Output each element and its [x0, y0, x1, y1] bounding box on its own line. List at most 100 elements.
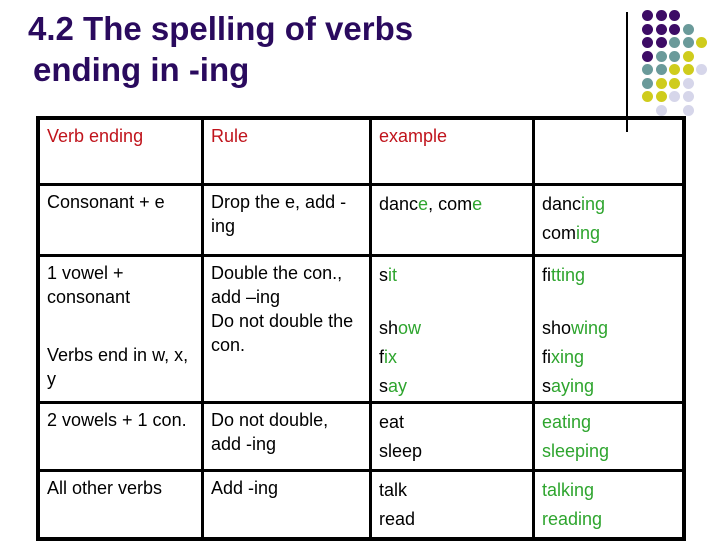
decorative-dot — [669, 10, 680, 21]
decorative-dot — [655, 10, 667, 21]
plain-letters: s — [379, 376, 388, 396]
cell-results: eating sleeping — [532, 401, 686, 472]
decorative-dot — [682, 77, 694, 89]
decorative-dot — [655, 23, 667, 35]
plain-letters: fi — [542, 265, 551, 285]
decorative-vertical-line — [626, 12, 628, 132]
cell-rule: Do not double, add -ing — [201, 401, 372, 472]
decorative-dot — [642, 64, 653, 75]
table-row: 1 vowel + consonant Verbs end in w, x, y… — [36, 254, 686, 404]
ing-form-word: sleeping — [542, 437, 676, 466]
example-word: show — [379, 314, 526, 343]
spelling-rules-table: Verb ending Rule example Consonant + e D… — [36, 116, 686, 541]
cell-ending: All other verbs — [36, 469, 204, 541]
decorative-dot — [655, 37, 667, 48]
header-result — [532, 116, 686, 186]
plain-letters: eat — [379, 412, 405, 432]
decorative-dot — [682, 104, 694, 116]
decorative-dot — [642, 10, 653, 21]
cell-rule: Add -ing — [201, 469, 372, 541]
highlighted-letters: aying — [551, 376, 595, 396]
highlighted-letters: tting — [551, 265, 586, 285]
highlighted-letters: e — [418, 194, 429, 214]
highlighted-letters: talking — [542, 480, 595, 500]
example-word: sit — [379, 261, 526, 290]
header-example: example — [369, 116, 535, 186]
decorative-dot — [642, 37, 653, 48]
decorative-dot — [655, 64, 667, 75]
plain-letters: , com — [428, 194, 473, 214]
plain-letters: fi — [542, 347, 551, 367]
decorative-dot — [669, 64, 680, 75]
highlighted-letters: ix — [384, 347, 398, 367]
ing-form-word: fixing — [542, 343, 676, 372]
ing-form-word: coming — [542, 219, 676, 248]
title-line-2: ending in -ing — [33, 51, 250, 88]
highlighted-letters: ing — [581, 194, 606, 214]
example-word: sleep — [379, 437, 526, 466]
decorative-dot — [655, 50, 667, 62]
decorative-dot — [642, 77, 653, 89]
decorative-dot — [669, 91, 680, 102]
highlighted-letters: ing — [576, 223, 601, 243]
ing-form-word: dancing — [542, 190, 676, 219]
example-word: eat — [379, 408, 526, 437]
cell-ending-sub: Verbs end in w, x, y — [47, 345, 189, 389]
highlighted-letters: ow — [398, 318, 422, 338]
decorative-dot — [655, 91, 667, 102]
plain-letters: sho — [542, 318, 572, 338]
example-word: talk — [379, 476, 526, 505]
ing-form-word: reading — [542, 505, 676, 534]
decorative-dot — [642, 50, 653, 62]
decorative-dot — [682, 23, 694, 35]
cell-rule: Double the con., add –ing Do not double … — [201, 254, 372, 404]
cell-examples: talk read — [369, 469, 535, 541]
decorative-dot — [669, 23, 680, 35]
ing-form-word: showing — [542, 314, 676, 343]
plain-letters: talk — [379, 480, 408, 500]
decorative-dot — [655, 77, 667, 89]
table-header-row: Verb ending Rule example — [36, 116, 686, 186]
highlighted-letters: e — [472, 194, 483, 214]
cell-results: talking reading — [532, 469, 686, 541]
decorative-dot-grid — [642, 10, 720, 120]
table-row: Consonant + e Drop the e, add -ing dance… — [36, 183, 686, 257]
example-word — [379, 290, 526, 314]
decorative-dot — [655, 104, 667, 116]
ing-form-word: saying — [542, 372, 676, 401]
highlighted-letters: wing — [571, 318, 609, 338]
table-row: All other verbs Add -ing talk read talkin… — [36, 469, 686, 541]
plain-letters: s — [379, 265, 388, 285]
table-row: 2 vowels + 1 con. Do not double, add -in… — [36, 401, 686, 472]
ing-form-word: fitting — [542, 261, 676, 290]
plain-letters: danc — [542, 194, 582, 214]
cell-examples: dance, come — [369, 183, 535, 257]
decorative-dot — [682, 64, 694, 75]
example-word: dance, come — [379, 190, 526, 219]
cell-rule: Drop the e, add -ing — [201, 183, 372, 257]
decorative-dot — [669, 37, 680, 48]
slide-title: 4.2 The spelling of verbs ending in -ing — [28, 8, 413, 90]
example-word: fix — [379, 343, 526, 372]
plain-letters: s — [542, 376, 551, 396]
decorative-dot — [669, 50, 680, 62]
highlighted-letters: eating — [542, 412, 592, 432]
decorative-dot — [669, 77, 680, 89]
decorative-dot — [696, 37, 707, 48]
cell-rule-sub: Do not double the con. — [211, 311, 354, 355]
cell-ending: 1 vowel + consonant Verbs end in w, x, y — [36, 254, 204, 404]
cell-rule-main: Double the con., add –ing — [211, 263, 343, 307]
cell-examples: eat sleep — [369, 401, 535, 472]
header-verb-ending: Verb ending — [36, 116, 204, 186]
cell-ending-main: 1 vowel + consonant — [47, 263, 131, 307]
decorative-dot — [682, 91, 694, 102]
header-rule: Rule — [201, 116, 372, 186]
title-line-1: 4.2 The spelling of verbs — [28, 10, 414, 47]
decorative-dot — [682, 37, 694, 48]
ing-form-word: talking — [542, 476, 676, 505]
cell-results: fitting showing fixing saying — [532, 254, 686, 404]
highlighted-letters: sleeping — [542, 441, 610, 461]
decorative-dot — [682, 50, 694, 62]
plain-letters: sh — [379, 318, 399, 338]
cell-results: dancing coming — [532, 183, 686, 257]
